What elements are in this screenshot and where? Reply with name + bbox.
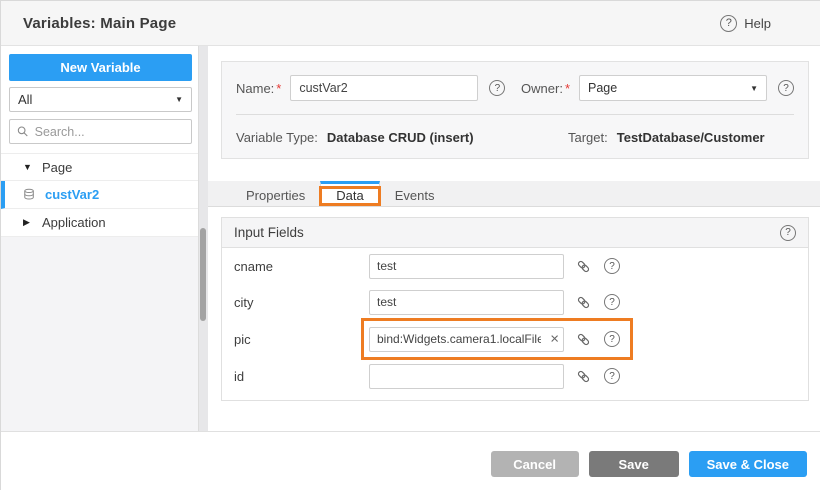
scrollbar-thumb[interactable] (200, 228, 206, 321)
search-icon (17, 125, 29, 138)
bind-link-icon[interactable] (576, 332, 591, 347)
search-box (9, 119, 192, 144)
field-help-icon[interactable]: ? (604, 331, 620, 347)
help-button[interactable]: ? Help (720, 15, 771, 32)
required-marker: * (276, 81, 281, 96)
field-help-icon[interactable]: ? (604, 368, 620, 384)
tab-data[interactable]: Data (320, 181, 379, 206)
variable-type-label: Variable Type: (236, 130, 318, 145)
name-field[interactable] (290, 75, 478, 101)
tab-properties[interactable]: Properties (231, 181, 320, 206)
bind-link-icon[interactable] (576, 259, 591, 274)
owner-select[interactable]: Page ▼ (579, 75, 767, 101)
field-label: cname (234, 259, 369, 274)
required-marker: * (565, 81, 570, 96)
variables-tree: ▼ Page custVar2 ▶ Application (1, 153, 198, 237)
tree-group-label: Application (42, 215, 106, 230)
field-label: id (234, 369, 369, 384)
sidebar-empty-area (1, 237, 198, 431)
tab-label: Events (395, 188, 435, 203)
input-fields-help-icon[interactable]: ? (780, 225, 796, 241)
tab-label: Properties (246, 188, 305, 203)
variable-detail-panel: Name: * ? Owner: * Page ▼ ? Variable Typ… (208, 46, 820, 431)
input-fields-section: Input Fields ? cname ? city (221, 217, 809, 401)
help-icon: ? (720, 15, 737, 32)
field-help-icon[interactable]: ? (604, 294, 620, 310)
field-row-pic: pic × ? (222, 320, 808, 358)
target-value: TestDatabase/Customer (617, 130, 765, 145)
database-variable-icon (23, 188, 36, 201)
bind-link-icon[interactable] (576, 295, 591, 310)
clear-binding-icon[interactable]: × (548, 330, 561, 349)
input-fields-header: Input Fields ? (222, 218, 808, 248)
variables-sidebar: New Variable All ▼ ▼ Page custVar2 (1, 46, 208, 431)
chevron-down-icon: ▼ (750, 84, 758, 93)
field-help-icon[interactable]: ? (604, 258, 620, 274)
cancel-button[interactable]: Cancel (491, 451, 579, 477)
variable-filter-value: All (18, 92, 32, 107)
dialog-footer: Cancel Save Save & Close (1, 431, 820, 491)
save-button[interactable]: Save (589, 451, 679, 477)
field-row-city: city ? (222, 284, 808, 320)
variable-summary-panel: Name: * ? Owner: * Page ▼ ? Variable Typ… (221, 61, 809, 159)
cname-field[interactable] (369, 254, 564, 279)
title-bar: Variables: Main Page ? Help (1, 1, 820, 46)
page-title: Variables: Main Page (23, 15, 176, 32)
save-and-close-button[interactable]: Save & Close (689, 451, 807, 477)
field-label: city (234, 295, 369, 310)
sidebar-scrollbar[interactable] (198, 46, 208, 431)
help-label: Help (744, 16, 771, 31)
owner-help-icon[interactable]: ? (778, 80, 794, 96)
target-label: Target: (568, 130, 608, 145)
variable-filter-select[interactable]: All ▼ (9, 87, 192, 112)
tree-item-custvar2[interactable]: custVar2 (1, 181, 198, 209)
chevron-down-icon: ▼ (175, 95, 183, 104)
name-help-icon[interactable]: ? (489, 80, 505, 96)
input-fields-title: Input Fields (234, 225, 304, 240)
detail-tabs: Properties Data Events (208, 181, 820, 207)
owner-value: Page (588, 81, 617, 95)
field-row-cname: cname ? (222, 248, 808, 284)
field-label: pic (234, 332, 369, 347)
tree-group-application[interactable]: ▶ Application (1, 209, 198, 237)
name-label: Name: (236, 81, 274, 96)
caret-right-icon: ▶ (23, 217, 33, 228)
id-field[interactable] (369, 364, 564, 389)
new-variable-button[interactable]: New Variable (9, 54, 192, 81)
caret-down-icon: ▼ (23, 162, 33, 172)
tree-group-page[interactable]: ▼ Page (1, 153, 198, 181)
variable-type-value: Database CRUD (insert) (327, 130, 474, 145)
tab-events[interactable]: Events (380, 181, 450, 206)
tab-label: Data (336, 188, 363, 203)
pic-field[interactable] (369, 327, 564, 352)
tree-item-label: custVar2 (45, 187, 99, 202)
bind-link-icon[interactable] (576, 369, 591, 384)
city-field[interactable] (369, 290, 564, 315)
owner-label: Owner: (521, 81, 563, 96)
tree-group-label: Page (42, 160, 72, 175)
field-row-id: id ? (222, 358, 808, 394)
search-input[interactable] (35, 125, 184, 139)
